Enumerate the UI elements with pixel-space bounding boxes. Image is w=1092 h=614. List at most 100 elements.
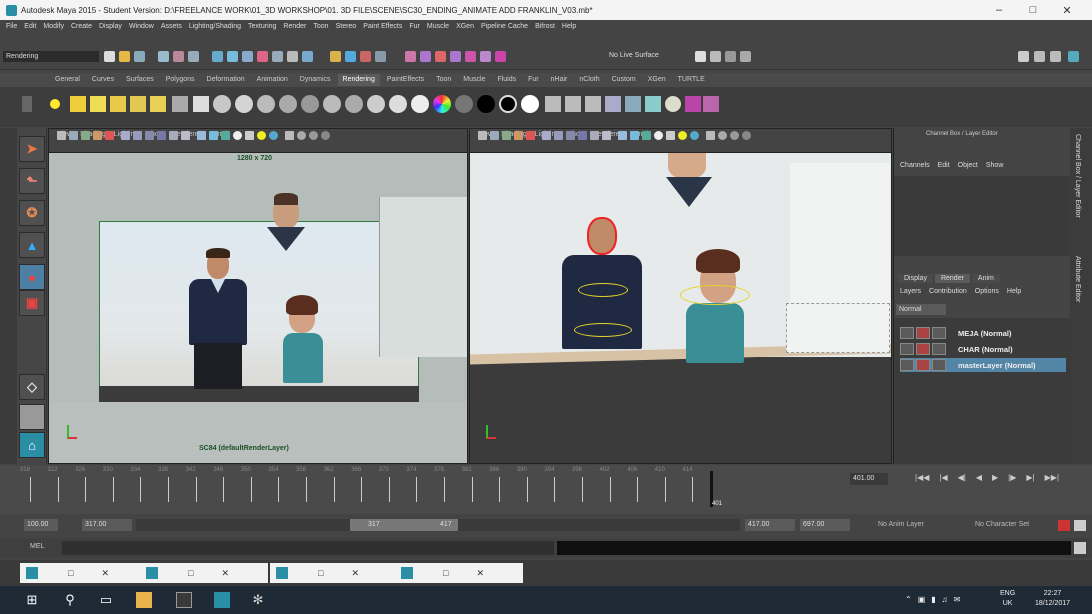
relationship-editor-icon[interactable] xyxy=(665,96,681,112)
file-explorer-icon[interactable] xyxy=(136,592,152,608)
menu-display[interactable]: Display xyxy=(99,23,122,30)
channel-menu-object[interactable]: Object xyxy=(958,162,978,169)
rotate-tool-icon[interactable]: ● xyxy=(19,264,45,290)
xray-icon[interactable] xyxy=(285,131,294,140)
textured-icon[interactable] xyxy=(221,131,230,140)
resolution-gate-icon-right[interactable] xyxy=(554,131,563,140)
area-light-icon[interactable] xyxy=(130,96,146,112)
auto-key-icon[interactable] xyxy=(1058,520,1070,531)
shelf-tab-polygons[interactable]: Polygons xyxy=(161,74,200,86)
blend-mode-dropdown[interactable]: Normal xyxy=(896,304,946,315)
ambient-occlusion-icon[interactable] xyxy=(257,131,266,140)
blinn-shader-icon[interactable] xyxy=(235,95,253,113)
shelf-tab-xgen[interactable]: XGen xyxy=(643,74,671,86)
graph-editor-icon[interactable] xyxy=(740,51,751,62)
outliner-icon[interactable] xyxy=(725,51,736,62)
hypershade-shelf-icon[interactable] xyxy=(625,96,641,112)
isolate-select-icon[interactable] xyxy=(309,131,318,140)
shelf-tab-deformation[interactable]: Deformation xyxy=(202,74,250,86)
select-component-icon[interactable] xyxy=(188,51,199,62)
select-object-icon[interactable] xyxy=(173,51,184,62)
close-window-icon[interactable]: ✕ xyxy=(101,568,109,579)
safe-action-icon-right[interactable] xyxy=(590,131,599,140)
volume-light-icon[interactable] xyxy=(150,96,166,112)
xray-joints-icon[interactable] xyxy=(297,131,306,140)
shelf-tab-nhair[interactable]: nHair xyxy=(546,74,573,86)
mel-input[interactable] xyxy=(62,541,554,555)
minimize-button[interactable]: – xyxy=(982,0,1016,20)
shelf-tab-fur[interactable]: Fur xyxy=(523,74,544,86)
live-surface-label[interactable]: No Live Surface xyxy=(609,50,689,62)
channel-box-toggle-icon[interactable] xyxy=(1034,51,1045,62)
minimized-window-4[interactable]: □ ✕ xyxy=(395,563,523,583)
sculpt-icon[interactable] xyxy=(435,51,446,62)
tray-expand-icon[interactable]: ⌃ xyxy=(905,595,912,604)
menu-window[interactable]: Window xyxy=(129,23,154,30)
field-chart-icon-right[interactable] xyxy=(578,131,587,140)
use-all-lights-icon[interactable] xyxy=(233,131,242,140)
shelf-tab-dynamics[interactable]: Dynamics xyxy=(295,74,336,86)
maximize-button[interactable]: □ xyxy=(1016,0,1050,20)
animation-end-field[interactable]: 697.00 xyxy=(800,519,850,531)
layered-shader-icon[interactable] xyxy=(323,95,341,113)
channel-box-side-tab[interactable]: Channel Box / Layer Editor xyxy=(1074,134,1081,218)
layer-menu-options[interactable]: Options xyxy=(975,288,999,295)
shelf-tab-toon[interactable]: Toon xyxy=(431,74,456,86)
black-outline-shader-icon[interactable] xyxy=(499,95,517,113)
shelf-menu-icon[interactable] xyxy=(22,96,32,112)
ambient-occlusion-icon-right[interactable] xyxy=(678,131,687,140)
ramp-shader-icon[interactable] xyxy=(345,95,363,113)
scale-tool-icon[interactable]: ▣ xyxy=(19,290,45,316)
layer-row[interactable]: masterLayer (Normal) xyxy=(900,358,1066,372)
shelf-tab-surfaces[interactable]: Surfaces xyxy=(121,74,159,86)
new-scene-icon[interactable] xyxy=(104,51,115,62)
hud-icon-right[interactable] xyxy=(742,131,751,140)
open-scene-icon[interactable] xyxy=(119,51,130,62)
select-camera-icon-right[interactable] xyxy=(478,131,487,140)
layout-toggle-icon[interactable] xyxy=(1018,51,1029,62)
minimized-window-1[interactable]: □ ✕ xyxy=(20,563,148,583)
black-shader-icon[interactable] xyxy=(477,95,495,113)
texture-editor-icon[interactable] xyxy=(645,96,661,112)
film-gate-icon-right[interactable] xyxy=(542,131,551,140)
restore-icon[interactable]: □ xyxy=(188,568,193,578)
select-camera-icon[interactable] xyxy=(57,131,66,140)
range-slider-handle[interactable]: 317 417 xyxy=(350,519,458,531)
nonlinear-icon[interactable] xyxy=(495,51,506,62)
menu-stereo[interactable]: Stereo xyxy=(336,23,357,30)
menu-muscle[interactable]: Muscle xyxy=(427,23,449,30)
visibility-toggle-icon[interactable] xyxy=(900,343,914,355)
bookmark-icon-right[interactable] xyxy=(502,131,511,140)
paint-effects-icon[interactable] xyxy=(685,96,701,112)
menu-create[interactable]: Create xyxy=(71,23,92,30)
shadows-icon[interactable] xyxy=(245,131,254,140)
point-light-icon[interactable] xyxy=(90,96,106,112)
shelf-tab-curves[interactable]: Curves xyxy=(87,74,119,86)
anim-layer-dropdown[interactable]: No Anim Layer xyxy=(878,521,924,528)
menu-texturing[interactable]: Texturing xyxy=(248,23,276,30)
phonge-shader-icon[interactable] xyxy=(279,95,297,113)
play-backward-icon[interactable]: ◀ xyxy=(976,473,982,485)
render-region-icon[interactable] xyxy=(565,96,581,112)
safe-action-icon[interactable] xyxy=(169,131,178,140)
render-view-icon[interactable] xyxy=(330,51,341,62)
shelf-tab-muscle[interactable]: Muscle xyxy=(458,74,490,86)
ambient-light-icon[interactable] xyxy=(50,99,60,109)
save-scene-icon[interactable] xyxy=(134,51,145,62)
menu-pipeline-cache[interactable]: Pipeline Cache xyxy=(481,23,528,30)
menu-bifrost[interactable]: Bifrost xyxy=(535,23,555,30)
minimized-window-2[interactable]: □ ✕ xyxy=(140,563,268,583)
visibility-toggle-icon[interactable] xyxy=(900,359,914,371)
visibility-toggle-icon[interactable] xyxy=(900,327,914,339)
attribute-editor-side-tab[interactable]: Attribute Editor xyxy=(1074,256,1081,302)
minimized-window-3[interactable]: □ ✕ xyxy=(270,563,398,583)
lattice-icon[interactable] xyxy=(450,51,461,62)
shelf-tab-custom[interactable]: Custom xyxy=(607,74,641,86)
anisotropic-shader-icon[interactable] xyxy=(301,95,319,113)
spot-light-icon[interactable] xyxy=(110,96,126,112)
xray-icon-right[interactable] xyxy=(706,131,715,140)
layer-tab-render[interactable]: Render xyxy=(934,274,970,283)
channel-menu-channels[interactable]: Channels xyxy=(900,162,930,169)
toon-shader-icon[interactable] xyxy=(411,95,429,113)
shelf-tab-animation[interactable]: Animation xyxy=(252,74,293,86)
